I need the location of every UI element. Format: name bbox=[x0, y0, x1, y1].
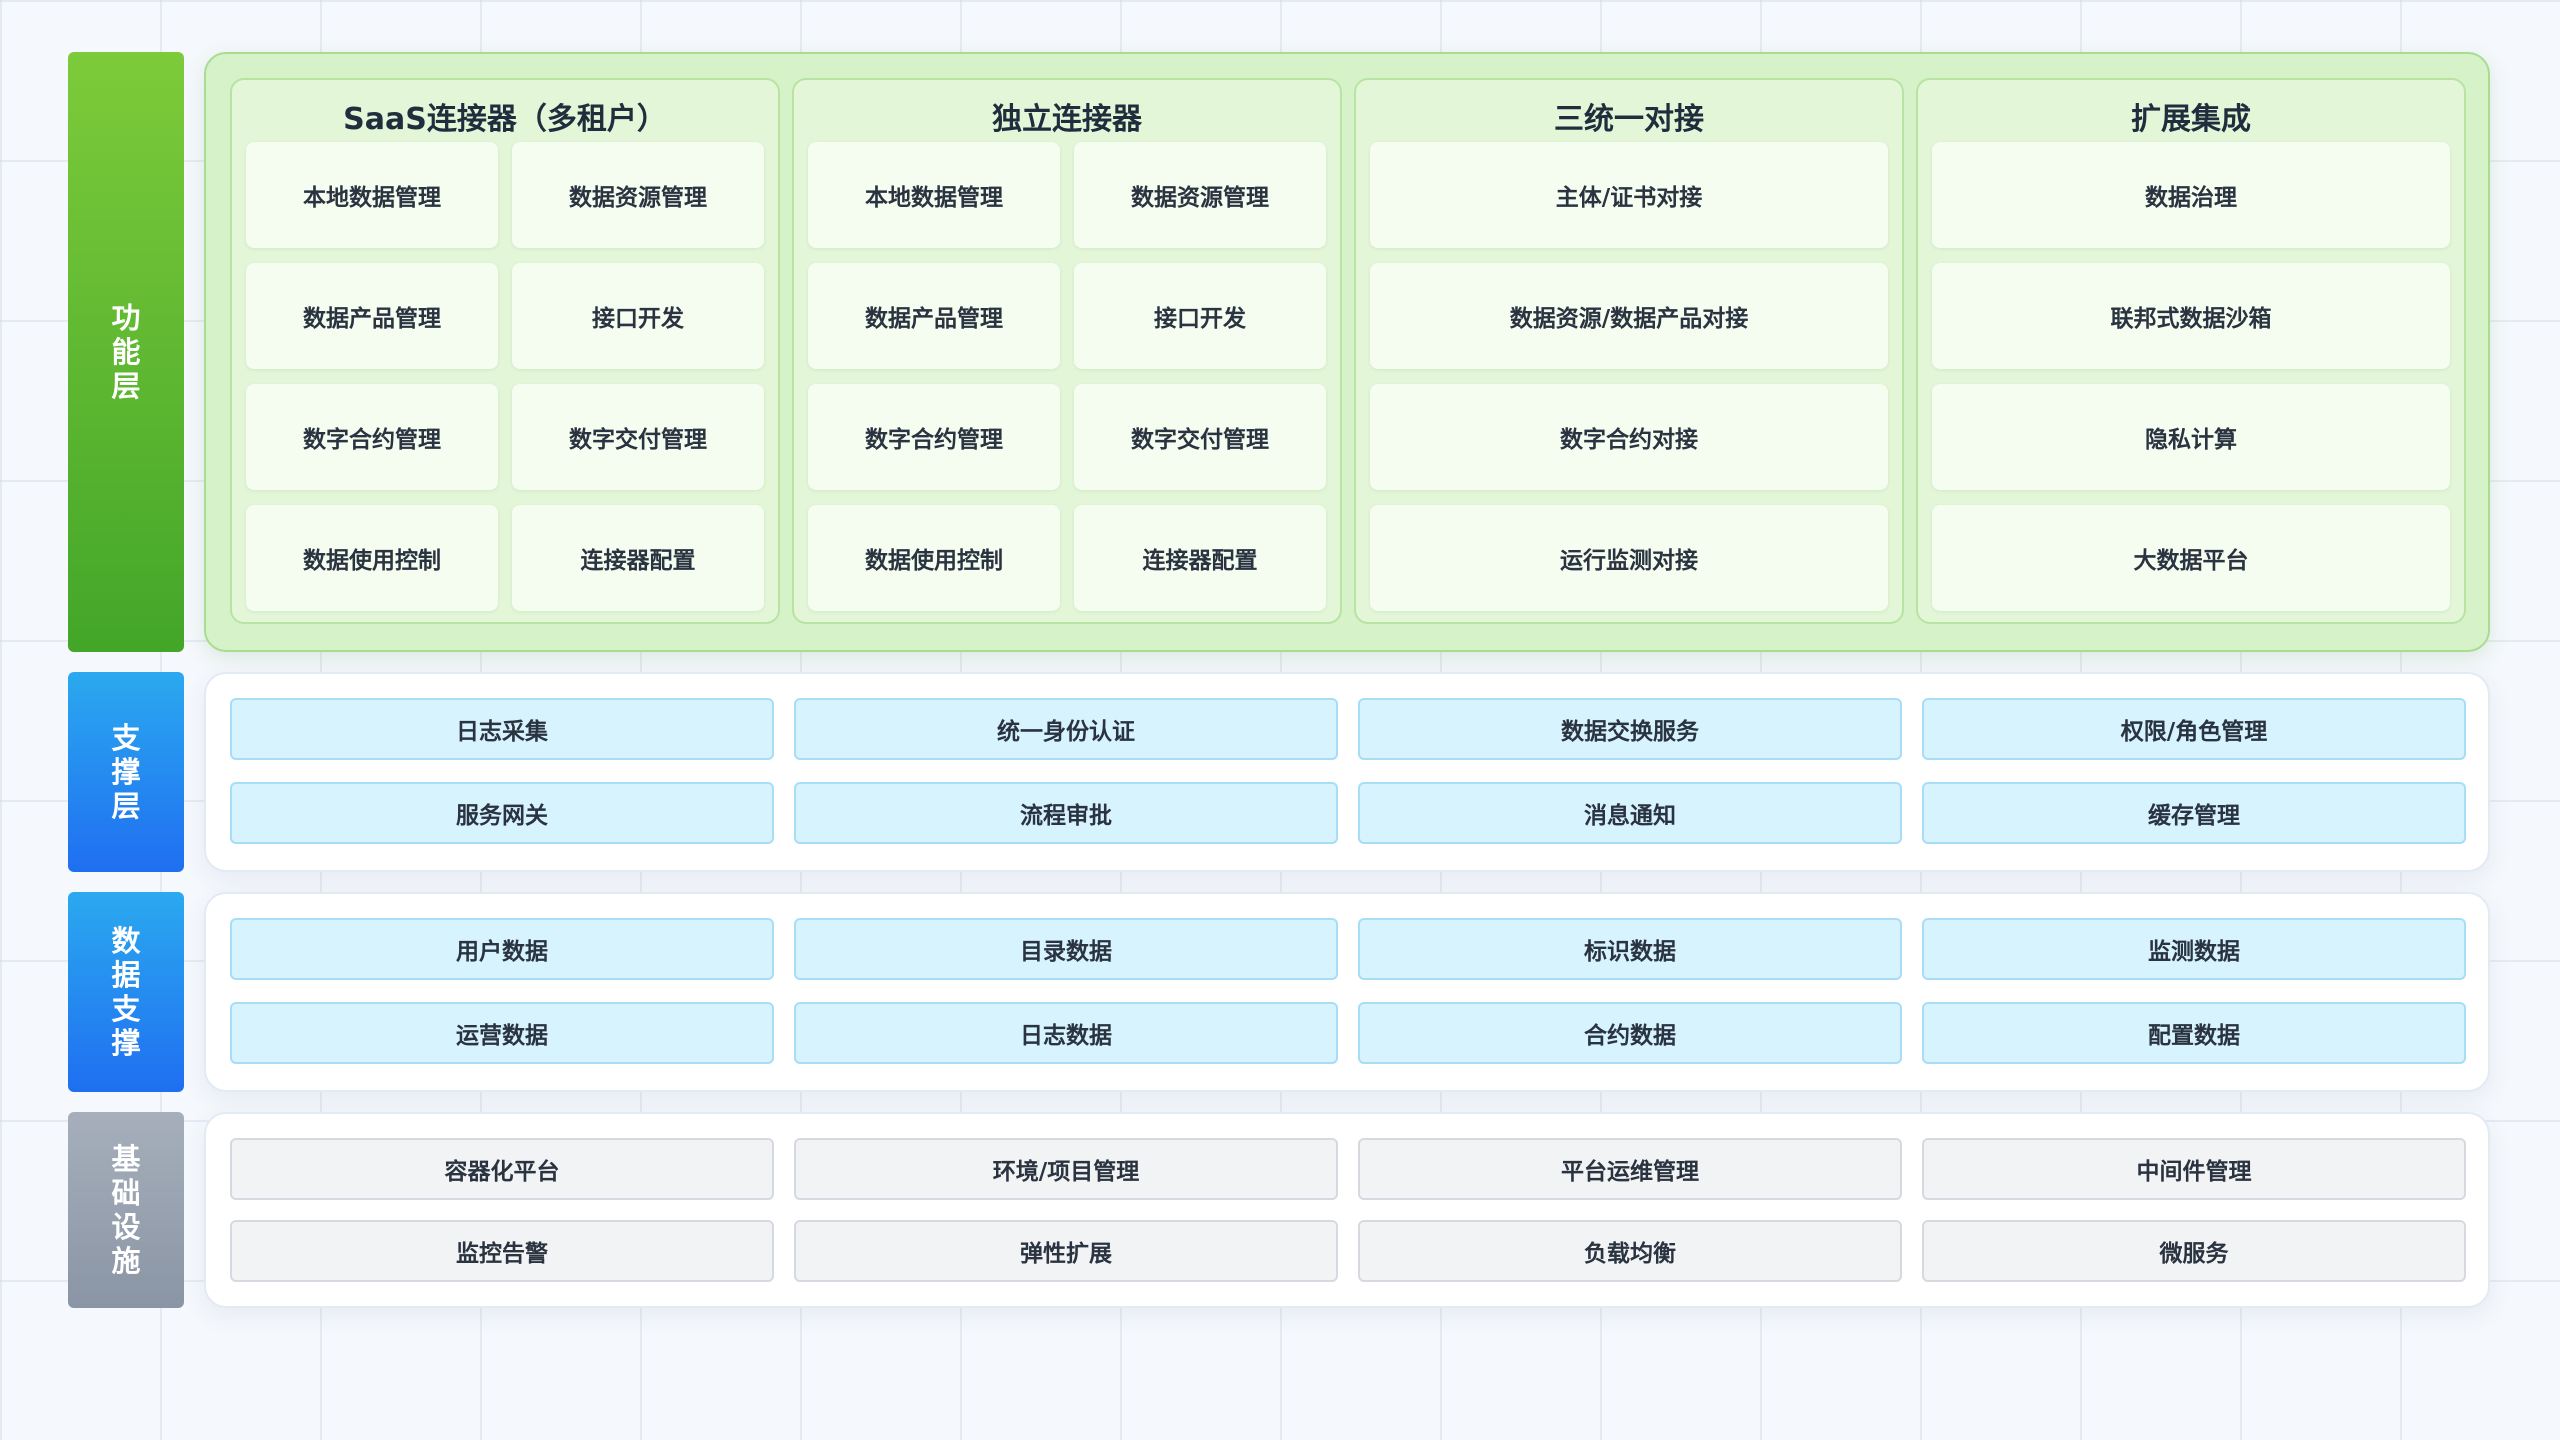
function-module: 数字合约管理 bbox=[246, 384, 498, 490]
support-layer-char: 层 bbox=[111, 789, 141, 823]
infrastructure-module: 中间件管理 bbox=[1922, 1138, 2466, 1200]
data-module: 目录数据 bbox=[794, 918, 1338, 980]
support-module: 权限/角色管理 bbox=[1922, 698, 2466, 760]
function-module: 数据资源管理 bbox=[512, 142, 764, 248]
support-module: 流程审批 bbox=[794, 782, 1338, 844]
infrastructure-module: 监控告警 bbox=[230, 1220, 774, 1282]
function-module: 数据资源管理 bbox=[1074, 142, 1326, 248]
data-module: 配置数据 bbox=[1922, 1002, 2466, 1064]
function-module: 接口开发 bbox=[512, 263, 764, 369]
infrastructure-module: 微服务 bbox=[1922, 1220, 2466, 1282]
function-module: 数据产品管理 bbox=[246, 263, 498, 369]
data-module: 日志数据 bbox=[794, 1002, 1338, 1064]
saas-connector-group: SaaS连接器（多租户） 本地数据管理 数据资源管理 数据产品管理 接口开发 数… bbox=[230, 78, 780, 624]
standalone-connector-group: 独立连接器 本地数据管理 数据资源管理 数据产品管理 接口开发 数字合约管理 数… bbox=[792, 78, 1342, 624]
group-title: SaaS连接器（多租户） bbox=[343, 102, 667, 137]
support-module: 日志采集 bbox=[230, 698, 774, 760]
infrastructure-module: 容器化平台 bbox=[230, 1138, 774, 1200]
function-module: 大数据平台 bbox=[1932, 505, 2450, 611]
data-module: 标识数据 bbox=[1358, 918, 1902, 980]
function-layer-label: 功 能 层 bbox=[68, 52, 184, 652]
data-module: 合约数据 bbox=[1358, 1002, 1902, 1064]
function-module: 接口开发 bbox=[1074, 263, 1326, 369]
support-layer-char: 撑 bbox=[111, 755, 141, 789]
infrastructure-module: 环境/项目管理 bbox=[794, 1138, 1338, 1200]
function-module: 数据资源/数据产品对接 bbox=[1370, 263, 1888, 369]
data-support-layer-char: 支 bbox=[111, 992, 141, 1026]
function-layer-char: 功 bbox=[111, 301, 141, 335]
function-module: 主体/证书对接 bbox=[1370, 142, 1888, 248]
infrastructure-layer-char: 施 bbox=[111, 1244, 141, 1278]
data-support-layer-char: 据 bbox=[111, 958, 141, 992]
data-module: 监测数据 bbox=[1922, 918, 2466, 980]
function-module: 数字合约对接 bbox=[1370, 384, 1888, 490]
support-module: 消息通知 bbox=[1358, 782, 1902, 844]
infrastructure-layer-panel: 容器化平台 环境/项目管理 平台运维管理 中间件管理 监控告警 弹性扩展 负载均… bbox=[204, 1112, 2490, 1308]
data-support-layer-panel: 用户数据 目录数据 标识数据 监测数据 运营数据 日志数据 合约数据 配置数据 bbox=[204, 892, 2490, 1092]
function-module: 隐私计算 bbox=[1932, 384, 2450, 490]
infrastructure-module: 平台运维管理 bbox=[1358, 1138, 1902, 1200]
data-support-layer-label: 数 据 支 撑 bbox=[68, 892, 184, 1092]
support-layer-panel: 日志采集 统一身份认证 数据交换服务 权限/角色管理 服务网关 流程审批 消息通… bbox=[204, 672, 2490, 872]
function-module: 数字交付管理 bbox=[1074, 384, 1326, 490]
function-module: 数据产品管理 bbox=[808, 263, 1060, 369]
support-layer-char: 支 bbox=[111, 721, 141, 755]
infrastructure-layer-label: 基 础 设 施 bbox=[68, 1112, 184, 1308]
function-module: 数据使用控制 bbox=[808, 505, 1060, 611]
infrastructure-module: 负载均衡 bbox=[1358, 1220, 1902, 1282]
function-layer-char: 能 bbox=[111, 335, 141, 369]
support-module: 缓存管理 bbox=[1922, 782, 2466, 844]
function-layer-panel: SaaS连接器（多租户） 本地数据管理 数据资源管理 数据产品管理 接口开发 数… bbox=[204, 52, 2490, 652]
support-layer-label: 支 撑 层 bbox=[68, 672, 184, 872]
support-module: 服务网关 bbox=[230, 782, 774, 844]
function-layer-char: 层 bbox=[111, 369, 141, 403]
function-module: 联邦式数据沙箱 bbox=[1932, 263, 2450, 369]
function-module: 数字交付管理 bbox=[512, 384, 764, 490]
group-title: 独立连接器 bbox=[992, 102, 1142, 137]
function-module: 本地数据管理 bbox=[246, 142, 498, 248]
group-title: 三统一对接 bbox=[1554, 102, 1704, 137]
data-module: 用户数据 bbox=[230, 918, 774, 980]
infrastructure-layer-char: 础 bbox=[111, 1176, 141, 1210]
function-module: 连接器配置 bbox=[512, 505, 764, 611]
infrastructure-layer-char: 基 bbox=[111, 1142, 141, 1176]
infrastructure-module: 弹性扩展 bbox=[794, 1220, 1338, 1282]
extension-integration-group: 扩展集成 数据治理 联邦式数据沙箱 隐私计算 大数据平台 bbox=[1916, 78, 2466, 624]
data-support-layer-char: 撑 bbox=[111, 1026, 141, 1060]
data-module: 运营数据 bbox=[230, 1002, 774, 1064]
function-module: 数据治理 bbox=[1932, 142, 2450, 248]
function-module: 本地数据管理 bbox=[808, 142, 1060, 248]
group-title: 扩展集成 bbox=[2131, 102, 2251, 137]
data-support-layer-char: 数 bbox=[111, 924, 141, 958]
unified-integration-group: 三统一对接 主体/证书对接 数据资源/数据产品对接 数字合约对接 运行监测对接 bbox=[1354, 78, 1904, 624]
function-module: 数据使用控制 bbox=[246, 505, 498, 611]
support-module: 数据交换服务 bbox=[1358, 698, 1902, 760]
function-module: 运行监测对接 bbox=[1370, 505, 1888, 611]
function-module: 数字合约管理 bbox=[808, 384, 1060, 490]
infrastructure-layer-char: 设 bbox=[111, 1210, 141, 1244]
function-module: 连接器配置 bbox=[1074, 505, 1326, 611]
support-module: 统一身份认证 bbox=[794, 698, 1338, 760]
